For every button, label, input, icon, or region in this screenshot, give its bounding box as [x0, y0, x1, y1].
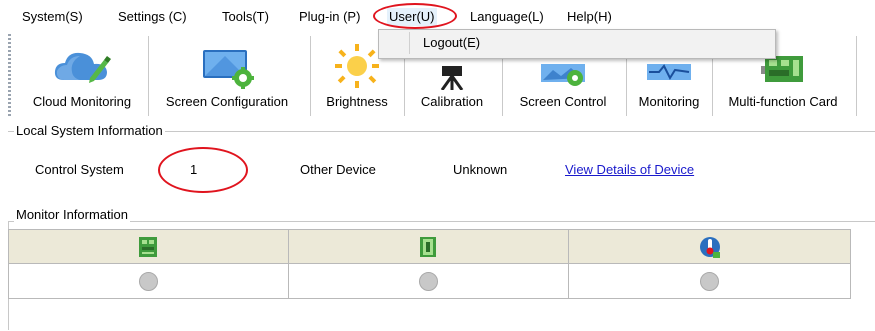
screen-control-label: Screen Control: [519, 94, 607, 109]
other-device-value: Unknown: [453, 162, 508, 177]
toolbar-separator: [856, 36, 857, 116]
menu-user[interactable]: User(U): [387, 8, 437, 26]
monitor-header-cell: [287, 229, 570, 264]
brightness-label: Brightness: [326, 94, 388, 109]
monitor-header-cell: [568, 229, 851, 264]
screen-configuration-label: Screen Configuration: [165, 94, 289, 109]
status-indicator: [700, 271, 720, 291]
temperature-icon: [699, 236, 720, 258]
monitor-status-cell: [287, 263, 570, 299]
menu-plugin[interactable]: Plug-in (P): [297, 8, 362, 26]
control-system-value: 1: [190, 162, 198, 177]
status-indicator: [138, 271, 158, 291]
screen-configuration-icon: [203, 50, 254, 89]
toolbar-grip[interactable]: [8, 34, 11, 118]
menu-system[interactable]: System(S): [20, 8, 85, 26]
menu-language[interactable]: Language(L): [468, 8, 546, 26]
local-system-group: [8, 131, 875, 192]
toolbar-separator: [310, 36, 311, 116]
user-menu-dropdown: Logout(E): [378, 29, 776, 59]
menu-help[interactable]: Help(H): [565, 8, 614, 26]
receiving-card-icon: [139, 236, 158, 257]
monitor-status-row: [8, 263, 851, 299]
calibration-label: Calibration: [420, 94, 484, 109]
module-card-icon: [420, 236, 437, 257]
monitoring-label: Monitoring: [638, 94, 700, 109]
monitor-header-row: [8, 229, 851, 264]
monitor-status-cell: [8, 263, 289, 299]
menu-tools[interactable]: Tools(T): [220, 8, 271, 26]
view-details-link[interactable]: View Details of Device: [565, 162, 694, 177]
monitor-status-cell: [568, 263, 851, 299]
monitor-header-cell: [8, 229, 289, 264]
control-system-label: Control System: [35, 162, 124, 177]
status-indicator: [418, 271, 438, 291]
screen-configuration-button[interactable]: Screen Configuration: [151, 32, 303, 120]
cloud-monitoring-label: Cloud Monitoring: [32, 94, 132, 109]
other-device-label: Other Device: [300, 162, 376, 177]
cloud-monitoring-button[interactable]: Cloud Monitoring: [18, 32, 146, 120]
monitor-title: Monitor Information: [14, 207, 130, 222]
cloud-monitoring-icon: [54, 52, 111, 83]
menu-bar: System(S) Settings (C) Tools(T) Plug-in …: [0, 0, 875, 30]
logout-menu-item-label: Logout(E): [423, 35, 481, 50]
toolbar-separator: [148, 36, 149, 116]
multifunction-card-label: Multi-function Card: [728, 94, 838, 109]
logout-menu-item[interactable]: Logout(E): [387, 31, 767, 55]
monitor-table: [8, 229, 851, 299]
menu-settings[interactable]: Settings (C): [116, 8, 189, 26]
local-system-title: Local System Information: [14, 123, 165, 138]
